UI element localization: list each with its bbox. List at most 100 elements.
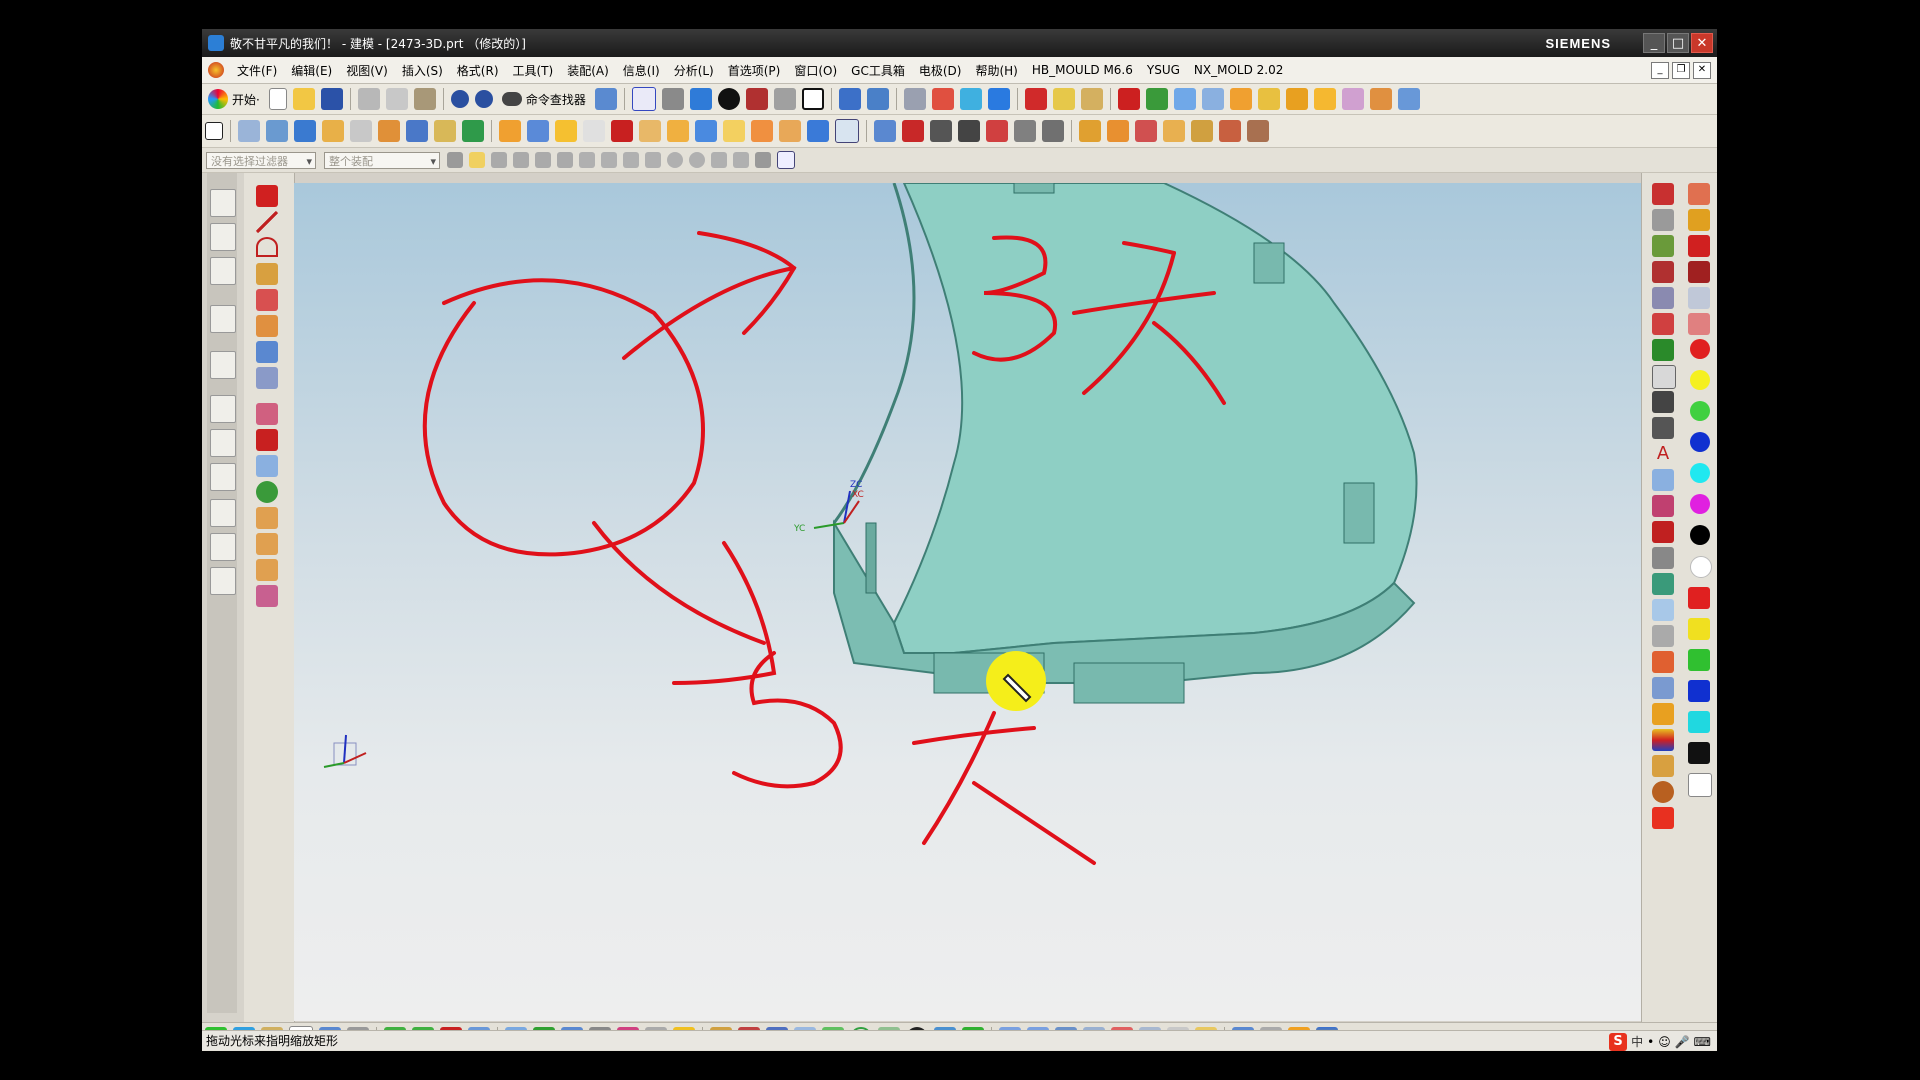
selection-scope-combo[interactable]: 整个装配 — [324, 151, 440, 170]
cube-red-icon[interactable] — [1117, 88, 1140, 110]
section-view-icon[interactable] — [745, 88, 768, 110]
control-point-snap-icon[interactable] — [623, 152, 639, 168]
measure-icon[interactable] — [959, 88, 982, 110]
color-tool-4-icon[interactable] — [1688, 261, 1710, 283]
ime-punct-icon[interactable]: • — [1647, 1032, 1654, 1052]
yellow-wedge-icon[interactable] — [1652, 703, 1674, 725]
trim-icon[interactable] — [1285, 88, 1308, 110]
pull-face-icon[interactable] — [958, 120, 980, 142]
edit-feature-icon[interactable] — [1652, 183, 1674, 205]
make-coplanar-icon[interactable] — [1042, 120, 1064, 142]
background-icon[interactable] — [801, 88, 824, 110]
scale-body-icon[interactable] — [723, 120, 745, 142]
point-icon[interactable] — [256, 185, 278, 207]
quadrant-snap-icon[interactable] — [689, 152, 705, 168]
transform-icon[interactable] — [866, 88, 889, 110]
green-shape-icon[interactable] — [256, 481, 278, 503]
wireframe-icon[interactable] — [835, 119, 859, 143]
solid-block-icon[interactable] — [1024, 88, 1047, 110]
pad-icon[interactable] — [406, 120, 428, 142]
part-navigator-icon[interactable] — [210, 257, 236, 285]
maximize-button[interactable]: □ — [1667, 33, 1689, 53]
cut-icon[interactable] — [357, 88, 380, 110]
minimize-button[interactable]: _ — [1643, 33, 1665, 53]
core-cavity-icon[interactable] — [1135, 120, 1157, 142]
studio-icon[interactable] — [773, 88, 796, 110]
swatch-black[interactable] — [1690, 525, 1710, 545]
green-plane-icon[interactable] — [1652, 573, 1674, 595]
shell-icon[interactable] — [555, 120, 577, 142]
multi-color-wedge-icon[interactable] — [1652, 729, 1674, 751]
select-feature-icon[interactable] — [513, 152, 529, 168]
datum-plane-icon[interactable] — [238, 120, 260, 142]
black-cube-icon[interactable] — [1688, 742, 1710, 764]
project-curve-icon[interactable] — [256, 341, 278, 363]
red-gem-icon[interactable] — [1652, 807, 1674, 829]
cross-line-icon[interactable] — [1652, 625, 1674, 647]
system-materials-icon[interactable] — [210, 429, 236, 457]
menu-insert[interactable]: 插入(S) — [395, 62, 450, 79]
manufacturing-wizard-icon[interactable] — [210, 499, 236, 527]
boss-icon[interactable] — [350, 120, 372, 142]
pen-icon[interactable] — [1652, 417, 1674, 439]
patch-icon[interactable] — [807, 120, 829, 142]
menu-analysis[interactable]: 分析(L) — [667, 62, 721, 79]
paste-icon[interactable] — [413, 88, 436, 110]
intersection-snap-icon[interactable] — [645, 152, 661, 168]
mesh-icon[interactable] — [1201, 88, 1224, 110]
face-icon[interactable] — [583, 120, 605, 142]
ejector-icon[interactable] — [1219, 120, 1241, 142]
rib-icon[interactable] — [434, 120, 456, 142]
resize-blend-icon[interactable] — [1014, 120, 1036, 142]
cube-green-icon[interactable] — [1145, 88, 1168, 110]
yellow-cube-icon[interactable] — [1688, 618, 1710, 640]
render-style-icon[interactable] — [661, 88, 684, 110]
constraint-navigator-icon[interactable] — [210, 223, 236, 251]
reuse-library-icon[interactable] — [210, 305, 236, 333]
blue-cube-icon[interactable] — [1688, 680, 1710, 702]
roles-icon[interactable] — [210, 533, 236, 561]
command-finder-button[interactable]: 命令查找器 — [501, 91, 586, 108]
line-tool-icon[interactable] — [1652, 313, 1674, 335]
red-box-icon[interactable] — [256, 429, 278, 451]
brown-ball-icon[interactable] — [1652, 781, 1674, 803]
swatch-blue[interactable] — [1690, 432, 1710, 452]
doc-restore-button[interactable]: ❐ — [1672, 61, 1690, 79]
menu-preferences[interactable]: 首选项(P) — [721, 62, 788, 79]
edge-blend-icon[interactable] — [499, 120, 521, 142]
open-folder-icon[interactable] — [292, 88, 315, 110]
rect-surface-icon[interactable] — [256, 455, 278, 477]
menu-format[interactable]: 格式(R) — [450, 62, 506, 79]
menu-edit[interactable]: 编辑(E) — [284, 62, 339, 79]
shade-icon[interactable] — [717, 88, 740, 110]
draft-icon[interactable] — [1080, 88, 1103, 110]
menu-gc-toolbox[interactable]: GC工具箱 — [844, 62, 912, 79]
swatch-red[interactable] — [1690, 339, 1710, 359]
existing-point-snap-icon[interactable] — [711, 152, 727, 168]
color-tool-1-icon[interactable] — [1688, 183, 1710, 205]
dark-body-icon[interactable] — [1652, 391, 1674, 413]
reorder-icon[interactable] — [1652, 287, 1674, 309]
color-tool-2-icon[interactable] — [1688, 209, 1710, 231]
menu-assembly[interactable]: 装配(A) — [560, 62, 616, 79]
color-tool-5-icon[interactable] — [1688, 287, 1710, 309]
profile-icon[interactable] — [256, 289, 278, 311]
green-surface-icon[interactable] — [1652, 339, 1674, 361]
move-object-icon[interactable] — [838, 88, 861, 110]
delete-face-icon[interactable] — [986, 120, 1008, 142]
pocket-icon[interactable] — [378, 120, 400, 142]
box-red-icon[interactable] — [611, 120, 633, 142]
intersect-curve-icon[interactable] — [256, 367, 278, 389]
split-body-icon[interactable] — [639, 120, 661, 142]
layer-settings-icon[interactable] — [903, 88, 926, 110]
wcs-icon[interactable] — [594, 88, 617, 110]
select-body-icon[interactable] — [535, 152, 551, 168]
process-studio-icon[interactable] — [210, 463, 236, 491]
white-cube-icon[interactable] — [1688, 773, 1712, 797]
assembly-icon[interactable] — [1397, 88, 1420, 110]
blue-frame-icon[interactable] — [1652, 599, 1674, 621]
chamfer-icon[interactable] — [527, 120, 549, 142]
ime-mode-label[interactable]: 中 — [1631, 1032, 1643, 1052]
mold-tool-3-icon[interactable] — [256, 559, 278, 581]
start-button[interactable]: 开始· — [208, 89, 260, 109]
